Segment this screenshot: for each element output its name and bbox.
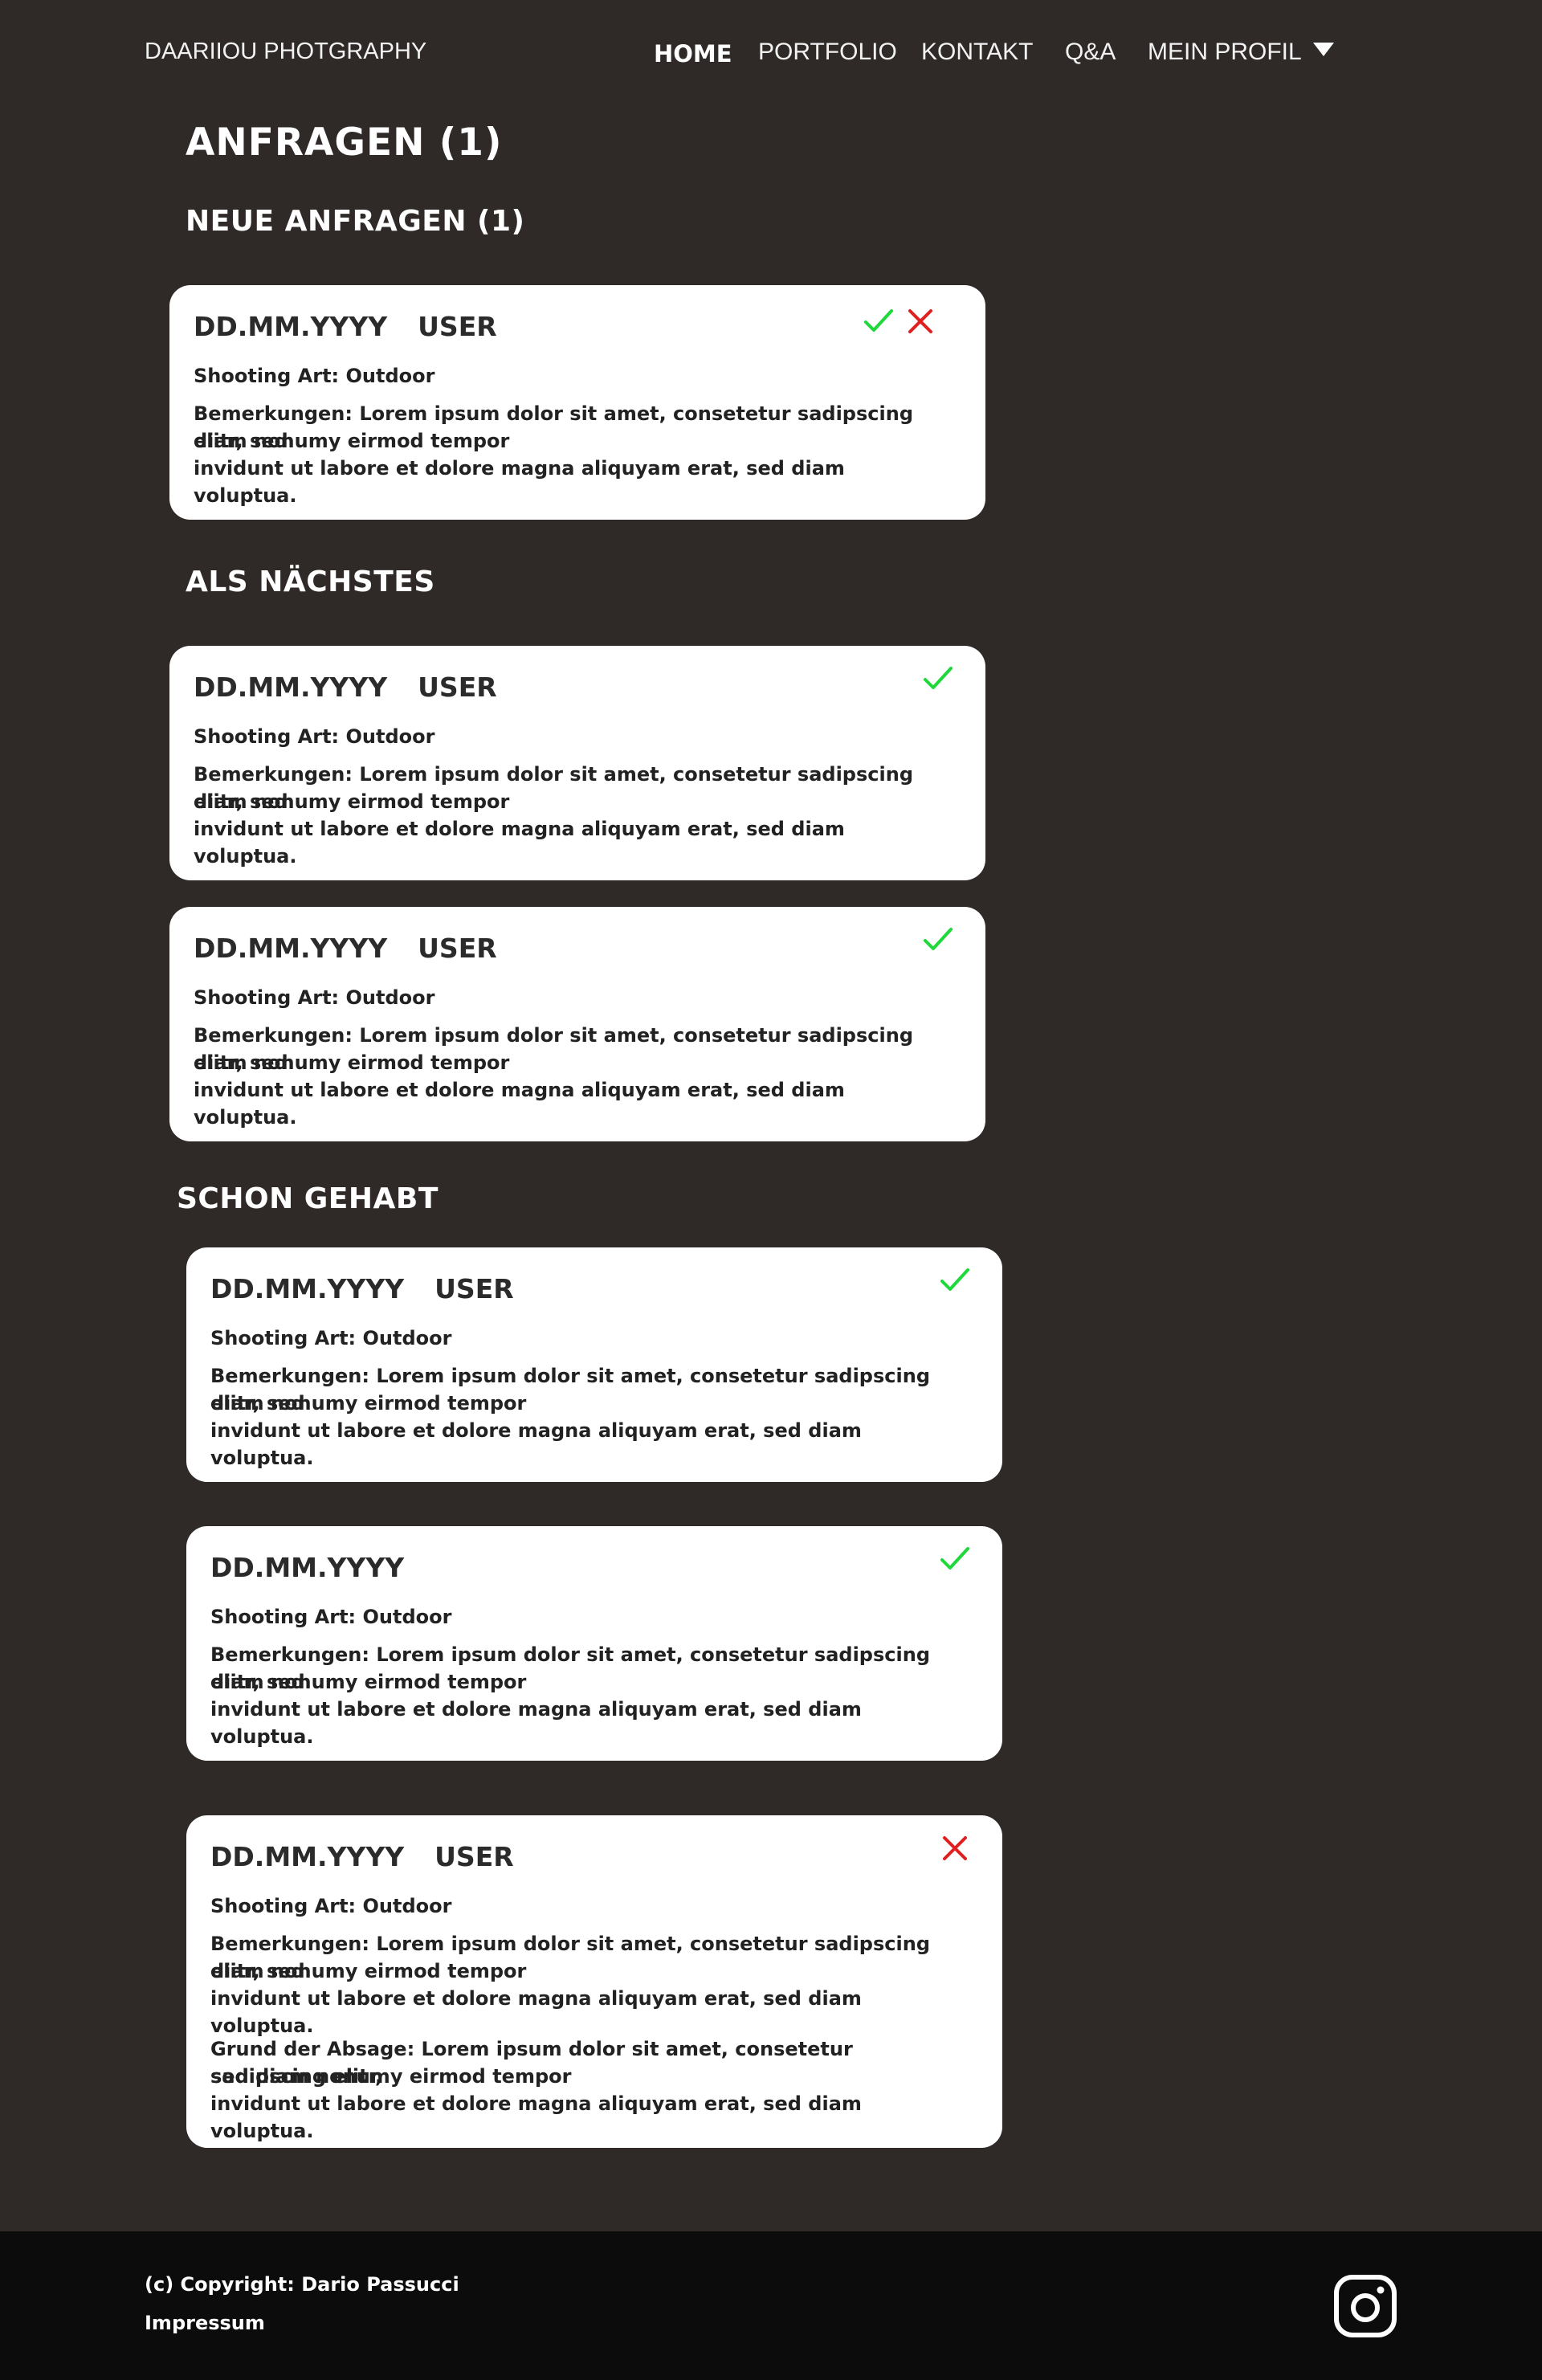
request-header: DD.MM.YYYY USER	[210, 1273, 514, 1304]
request-remarks-line: diam nonumy eirmod tempor	[210, 1392, 527, 1415]
nav-portfolio[interactable]: PORTFOLIO	[758, 39, 897, 66]
request-card: DD.MM.YYYY USER Shooting Art: Outdoor Bem…	[169, 285, 985, 520]
request-date: DD.MM.YYYY	[210, 1273, 405, 1304]
request-header: DD.MM.YYYY	[210, 1552, 404, 1583]
check-icon	[938, 1542, 972, 1576]
check-icon	[938, 1263, 972, 1297]
x-icon[interactable]	[904, 304, 937, 338]
request-remarks-line: diam nonumy eirmod tempor	[210, 1671, 527, 1693]
request-header: DD.MM.YYYY USER	[194, 672, 497, 703]
request-remarks-line: invidunt ut labore et dolore magna aliqu…	[194, 818, 845, 867]
request-card: DD.MM.YYYY USER Shooting Art: Outdoor Bem…	[169, 907, 985, 1141]
request-date: DD.MM.YYYY	[194, 672, 388, 703]
request-card: DD.MM.YYYY Shooting Art: Outdoor Bemerku…	[186, 1526, 1002, 1761]
impressum-link[interactable]: Impressum	[145, 2312, 265, 2334]
site-header: DAARIIOU PHOTGRAPHY HOME PORTFOLIO KONTA…	[0, 0, 1542, 108]
request-date: DD.MM.YYYY	[210, 1552, 405, 1583]
check-icon[interactable]	[862, 304, 895, 338]
check-icon	[921, 923, 955, 957]
request-decline-reason-line: sed diam nonumy eirmod tempor	[210, 2065, 572, 2088]
request-shooting-type: Shooting Art: Outdoor	[210, 1606, 452, 1628]
section-title-next: ALS NÄCHSTES	[186, 565, 435, 598]
request-header: DD.MM.YYYY USER	[194, 311, 497, 342]
request-user: USER	[418, 311, 497, 342]
section-title-past: SCHON GEHABT	[177, 1182, 439, 1215]
request-user: USER	[434, 1273, 514, 1304]
request-user: USER	[418, 672, 497, 703]
caret-down-icon	[1312, 43, 1334, 56]
copyright-text: (c) Copyright: Dario Passucci	[145, 2273, 459, 2296]
nav-mein-profil[interactable]: MEIN PROFIL	[1148, 39, 1334, 66]
request-shooting-type: Shooting Art: Outdoor	[210, 1327, 452, 1349]
request-date: DD.MM.YYYY	[194, 311, 388, 342]
request-remarks-line: invidunt ut labore et dolore magna aliqu…	[210, 1987, 862, 2037]
site-footer: (c) Copyright: Dario Passucci Impressum	[0, 2231, 1542, 2380]
nav-kontakt[interactable]: KONTAKT	[921, 39, 1033, 66]
brand-logo-text[interactable]: DAARIIOU PHOTGRAPHY	[145, 39, 426, 65]
request-header: DD.MM.YYYY USER	[210, 1841, 514, 1872]
nav-mein-profil-label: MEIN PROFIL	[1148, 39, 1302, 65]
request-shooting-type: Shooting Art: Outdoor	[210, 1895, 452, 1917]
request-remarks-line: invidunt ut labore et dolore magna aliqu…	[210, 1698, 862, 1748]
request-remarks-line: invidunt ut labore et dolore magna aliqu…	[194, 457, 845, 507]
request-header: DD.MM.YYYY USER	[194, 933, 497, 964]
request-remarks-line: diam nonumy eirmod tempor	[210, 1960, 527, 1982]
request-decline-reason-line: invidunt ut labore et dolore magna aliqu…	[210, 2092, 862, 2142]
instagram-icon[interactable]	[1333, 2274, 1397, 2338]
request-remarks-line: diam nonumy eirmod tempor	[194, 1051, 510, 1074]
section-title-new: NEUE ANFRAGEN (1)	[186, 205, 525, 238]
request-shooting-type: Shooting Art: Outdoor	[194, 725, 435, 748]
request-card: DD.MM.YYYY USER Shooting Art: Outdoor Bem…	[186, 1815, 1002, 2148]
nav-qa[interactable]: Q&A	[1065, 39, 1116, 66]
request-user: USER	[434, 1841, 514, 1872]
request-remarks-line: invidunt ut labore et dolore magna aliqu…	[194, 1079, 845, 1129]
request-card: DD.MM.YYYY USER Shooting Art: Outdoor Bem…	[186, 1247, 1002, 1482]
request-date: DD.MM.YYYY	[210, 1841, 405, 1872]
request-date: DD.MM.YYYY	[194, 933, 388, 964]
request-shooting-type: Shooting Art: Outdoor	[194, 986, 435, 1009]
nav-home[interactable]: HOME	[654, 40, 732, 67]
page-title: ANFRAGEN (1)	[186, 120, 503, 165]
request-shooting-type: Shooting Art: Outdoor	[194, 365, 435, 387]
request-remarks-line: invidunt ut labore et dolore magna aliqu…	[210, 1419, 862, 1469]
x-icon	[938, 1831, 972, 1865]
request-card: DD.MM.YYYY USER Shooting Art: Outdoor Bem…	[169, 646, 985, 880]
request-user: USER	[418, 933, 497, 964]
check-icon	[921, 662, 955, 696]
request-remarks-line: diam nonumy eirmod tempor	[194, 790, 510, 813]
request-remarks-line: diam nonumy eirmod tempor	[194, 430, 510, 452]
